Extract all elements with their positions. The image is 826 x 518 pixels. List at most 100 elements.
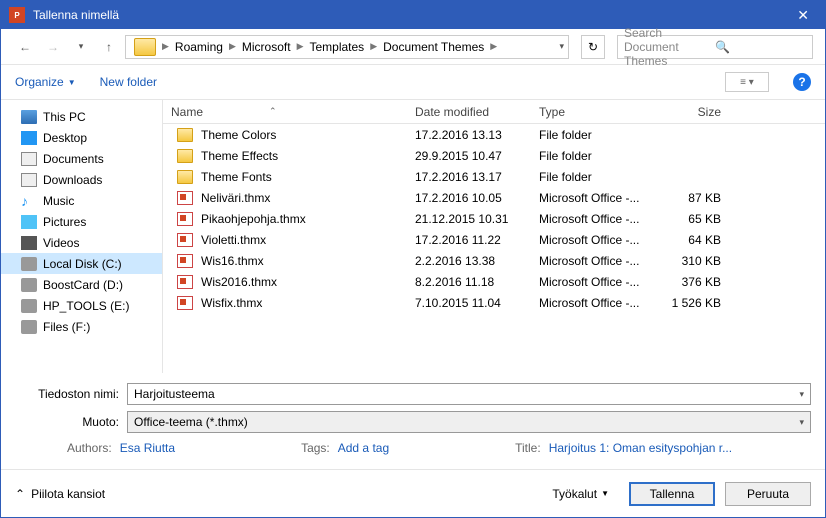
vid-icon [21,236,37,250]
toolbar: Organize ▼ New folder ≡ ▾ ? [1,65,825,99]
sidebar-item-label: Videos [43,236,79,250]
sidebar-item[interactable]: Downloads [1,169,162,190]
search-input[interactable]: Search Document Themes 🔍 [617,35,813,59]
cancel-button[interactable]: Peruuta [725,482,811,506]
sidebar-item[interactable]: Desktop [1,127,162,148]
sidebar-item[interactable]: Files (F:) [1,316,162,337]
file-type: File folder [539,170,657,184]
back-button[interactable]: ← [13,35,37,59]
file-size: 1 526 KB [657,296,737,310]
save-button[interactable]: Tallenna [629,482,715,506]
sidebar-item[interactable]: HP_TOOLS (E:) [1,295,162,316]
breadcrumb-dropdown[interactable]: ▾ [559,41,564,52]
file-row[interactable]: Wisfix.thmx 7.10.2015 11.04Microsoft Offi… [163,292,825,313]
file-row[interactable]: Pikaohjepohja.thmx21.12.2015 10.31Micros… [163,208,825,229]
col-size[interactable]: Size [657,105,737,119]
main-area: This PC Desktop Documents Downloads ♪ Music Pi… [1,99,825,373]
view-options[interactable]: ≡ ▾ [725,72,769,92]
sidebar-item[interactable]: Videos [1,232,162,253]
sidebar-item-label: BoostCard (D:) [43,278,123,292]
file-name: Wis2016.thmx [201,275,277,289]
disk-icon [21,257,37,271]
file-type: Microsoft Office -... [539,233,657,247]
tags-value[interactable]: Add a tag [338,441,389,455]
doc-icon [21,152,37,166]
filetype-label: Muoto: [15,415,127,429]
file-row[interactable]: Theme Effects29.9.2015 10.47File folder [163,145,825,166]
file-row[interactable]: Wis16.thmx2.2.2016 13.38Microsoft Office… [163,250,825,271]
file-name: Neliväri.thmx [201,191,270,205]
search-placeholder: Search Document Themes [624,26,715,68]
column-headers[interactable]: Name Date modified Type Size [163,100,825,124]
disk-icon [21,299,37,313]
help-icon[interactable]: ? [793,73,811,91]
forward-button[interactable]: → [41,35,65,59]
file-row[interactable]: Violetti.thmx17.2.2016 11.22Microsoft Of… [163,229,825,250]
sidebar-item[interactable]: Pictures [1,211,162,232]
file-type: Microsoft Office -... [539,254,657,268]
file-row[interactable]: Neliväri.thmx17.2.2016 10.05Microsoft Of… [163,187,825,208]
breadcrumb-bar[interactable]: ▶ Roaming▶ Microsoft▶ Templates▶ Documen… [125,35,569,59]
sidebar-item-label: Pictures [43,215,86,229]
sidebar-item-label: Desktop [43,131,87,145]
col-date[interactable]: Date modified [415,105,539,119]
disk-icon [21,278,37,292]
file-date: 8.2.2016 11.18 [415,275,539,289]
down-icon [21,173,37,187]
sidebar-item-label: Documents [43,152,104,166]
file-date: 29.9.2015 10.47 [415,149,539,163]
music-icon: ♪ [21,194,37,208]
close-button[interactable]: ✕ [789,7,817,24]
thmx-icon [177,191,193,205]
title-value[interactable]: Harjoitus 1: Oman esityspohjan r... [549,441,732,455]
authors-value[interactable]: Esa Riutta [120,441,175,455]
sidebar-item-label: Music [43,194,74,208]
file-date: 17.2.2016 13.17 [415,170,539,184]
crumb-0[interactable]: Roaming [171,40,227,54]
refresh-button[interactable]: ↻ [581,35,605,59]
title-label: Title: [515,441,541,455]
file-type: File folder [539,149,657,163]
disk-icon [21,320,37,334]
col-name[interactable]: Name [163,105,415,119]
file-row[interactable]: Theme Fonts17.2.2016 13.17File folder [163,166,825,187]
sidebar-item[interactable]: Documents [1,148,162,169]
new-folder-button[interactable]: New folder [100,75,157,89]
file-size: 310 KB [657,254,737,268]
authors-label: Authors: [67,441,112,455]
file-date: 17.2.2016 10.05 [415,191,539,205]
sidebar-item[interactable]: BoostCard (D:) [1,274,162,295]
file-name: Pikaohjepohja.thmx [201,212,306,226]
file-date: 7.10.2015 11.04 [415,296,539,310]
file-type: Microsoft Office -... [539,296,657,310]
file-size: 65 KB [657,212,737,226]
crumb-3[interactable]: Document Themes [379,40,488,54]
tools-menu[interactable]: Työkalut ▼ [552,487,609,501]
crumb-1[interactable]: Microsoft [238,40,295,54]
thmx-icon [177,212,193,226]
file-name: Theme Colors [201,128,276,142]
up-button[interactable]: ↑ [97,35,121,59]
file-date: 21.12.2015 10.31 [415,212,539,226]
thmx-icon [177,254,193,268]
folder-icon [177,149,193,163]
file-name: Wisfix.thmx [201,296,262,310]
organize-menu[interactable]: Organize ▼ [15,75,76,89]
sidebar-item[interactable]: Local Disk (C:) [1,253,162,274]
pic-icon [21,215,37,229]
window-title: Tallenna nimellä [33,8,789,22]
crumb-2[interactable]: Templates [305,40,368,54]
file-type: File folder [539,128,657,142]
recent-dropdown[interactable]: ▾ [69,35,93,59]
col-type[interactable]: Type [539,105,657,119]
filetype-combo[interactable]: Office-teema (*.thmx)▾ [127,411,811,433]
file-size: 87 KB [657,191,737,205]
hide-folders-button[interactable]: ⌃ Piilota kansiot [15,487,105,501]
sidebar-item[interactable]: This PC [1,106,162,127]
bottom-fields: Tiedoston nimi: Harjoitusteema▾ Muoto: O… [1,373,825,461]
file-list: Name Date modified Type Size Theme Color… [163,100,825,373]
file-row[interactable]: Wis2016.thmx8.2.2016 11.18Microsoft Offi… [163,271,825,292]
sidebar-item[interactable]: ♪ Music [1,190,162,211]
file-row[interactable]: Theme Colors17.2.2016 13.13File folder [163,124,825,145]
filename-input[interactable]: Harjoitusteema▾ [127,383,811,405]
